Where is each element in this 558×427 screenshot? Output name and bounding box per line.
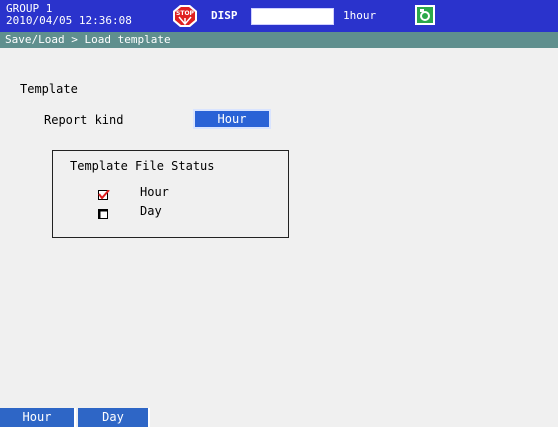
interval-label: 1hour (343, 9, 377, 22)
screen: GROUP 1 2010/04/05 12:36:08 STOP DISP 1h… (0, 0, 558, 427)
stop-icon[interactable]: STOP (172, 4, 198, 28)
display-mode-label: DISP (211, 9, 238, 22)
camera-icon[interactable] (414, 3, 436, 27)
breadcrumb-text: Save/Load > Load template (5, 33, 171, 46)
report-kind-select[interactable]: Hour (193, 109, 271, 129)
status-bar: GROUP 1 2010/04/05 12:36:08 STOP DISP 1h… (0, 0, 558, 32)
section-title: Template (20, 82, 78, 96)
svg-text:STOP: STOP (176, 10, 195, 17)
report-kind-label: Report kind (44, 113, 124, 127)
softkey-hour[interactable]: Hour (0, 408, 76, 427)
checked-icon (98, 187, 110, 200)
breadcrumb: Save/Load > Load template (0, 32, 558, 48)
display-box (251, 8, 334, 25)
status-item-label: Day (140, 204, 162, 218)
template-file-status-panel: Template File Status Hour Day (52, 150, 289, 238)
unchecked-icon (98, 206, 108, 219)
datetime: 2010/04/05 12:36:08 (6, 14, 132, 27)
status-item-label: Hour (140, 185, 169, 199)
softkey-day[interactable]: Day (78, 408, 150, 427)
softkey-bar: Hour Day (0, 408, 558, 427)
status-panel-title: Template File Status (70, 159, 215, 173)
